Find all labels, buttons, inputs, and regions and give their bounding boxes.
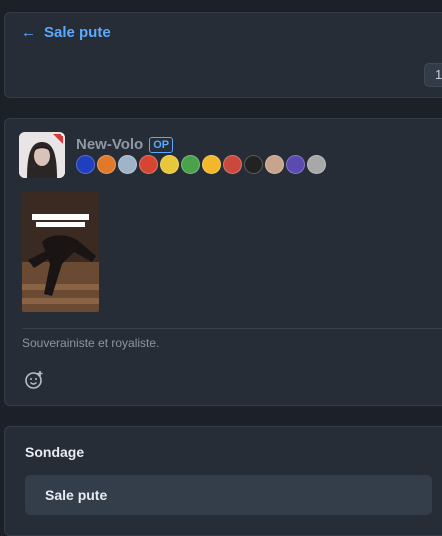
badge-11-icon[interactable] — [286, 155, 305, 174]
badge-6-icon[interactable] — [181, 155, 200, 174]
poll-card: Sondage Sale pute — [4, 426, 442, 536]
badge-1-icon[interactable] — [76, 155, 95, 174]
back-link[interactable]: ← Sale pute — [21, 24, 111, 41]
badge-5-icon[interactable] — [160, 155, 179, 174]
page-indicator[interactable]: 1 — [424, 63, 442, 87]
avatar[interactable] — [19, 132, 65, 178]
thread-title[interactable]: Sale pute — [44, 24, 111, 41]
add-reaction-button[interactable] — [23, 369, 45, 391]
poll-title: Sondage — [25, 444, 85, 460]
badge-list — [76, 155, 326, 174]
post-image[interactable] — [22, 192, 99, 312]
poll-option[interactable]: Sale pute — [25, 475, 432, 515]
divider — [22, 328, 442, 329]
arrow-left-icon[interactable]: ← — [21, 24, 36, 41]
badge-7-icon[interactable] — [202, 155, 221, 174]
badge-10-icon[interactable] — [265, 155, 284, 174]
author-signature: Souverainiste et royaliste. — [22, 336, 160, 350]
badge-8-icon[interactable] — [223, 155, 242, 174]
author-name[interactable]: New-Volo — [76, 136, 143, 153]
op-badge: OP — [149, 136, 174, 153]
badge-12-icon[interactable] — [307, 155, 326, 174]
badge-3-icon[interactable] — [118, 155, 137, 174]
badge-9-icon[interactable] — [244, 155, 263, 174]
badge-4-icon[interactable] — [139, 155, 158, 174]
thread-header: ← Sale pute 1 — [4, 12, 442, 98]
badge-2-icon[interactable] — [97, 155, 116, 174]
post-card: New-Volo OP Souverainiste et royaliste. — [4, 118, 442, 406]
smiley-add-icon[interactable] — [24, 370, 44, 390]
